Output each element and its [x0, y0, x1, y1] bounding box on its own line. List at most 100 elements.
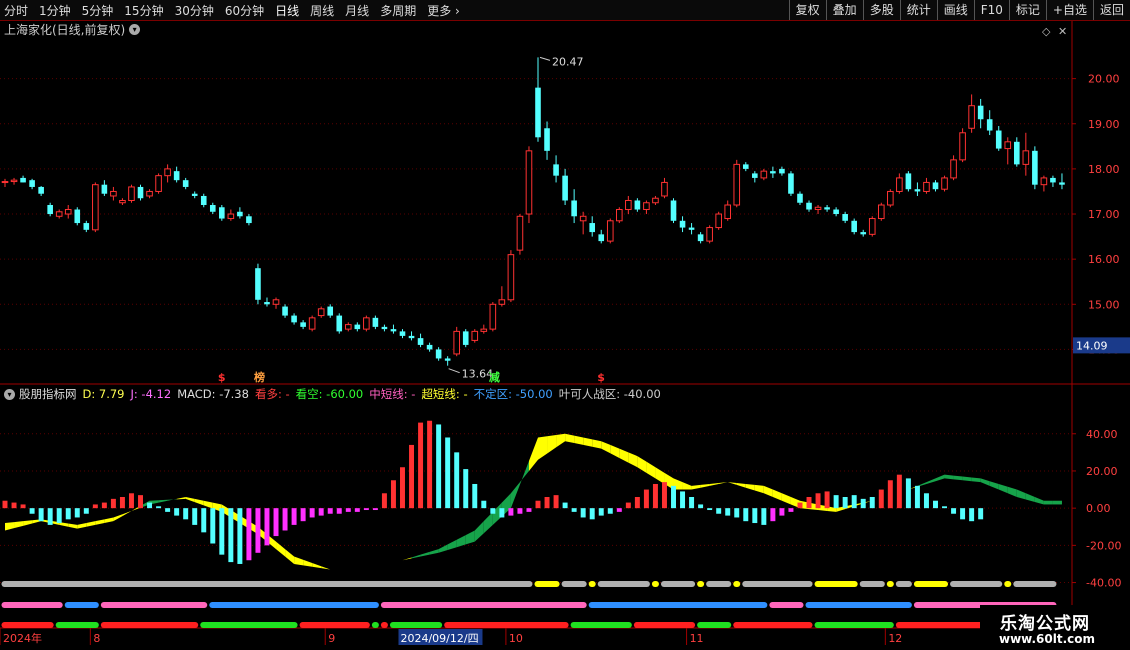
candle-body-down: [842, 214, 848, 221]
indicator-bar: [914, 485, 920, 509]
indicator-title: ▾ 股朋指标网 D: 7.79 J: -4.12 MACD: -7.38 看多:…: [4, 386, 667, 402]
candle-body-up: [724, 204, 732, 220]
candle-body-up: [308, 317, 316, 330]
indicator-bar: [318, 508, 324, 516]
candle-body-up: [715, 213, 722, 229]
signal-strip-segment: [950, 581, 1003, 587]
signal-strip-segment: [651, 581, 659, 587]
indicator-bar: [951, 508, 957, 514]
signal-strip-segment: [660, 581, 696, 587]
indicator-bar: [336, 508, 342, 514]
indicator-bar: [427, 420, 433, 509]
candle-body-up: [453, 330, 460, 355]
candle-body-down: [806, 202, 812, 210]
indicator-ribbon-segment: [1052, 500, 1062, 505]
indicator-bar: [716, 508, 722, 514]
candle-body-down: [282, 306, 288, 316]
indicator-bar: [969, 508, 975, 522]
indicator-ribbon-segment: [691, 484, 701, 490]
indicator-ribbon-segment: [14, 521, 24, 529]
signal-strip-segment: [859, 581, 885, 587]
signal-marker: $: [218, 371, 226, 384]
candle-body-down: [1013, 141, 1020, 165]
indicator-bar: [490, 508, 496, 514]
indicator-bar: [824, 491, 830, 509]
watermark-title: 乐淘公式网: [1000, 614, 1090, 634]
signal-strip-segment: [597, 581, 650, 587]
indicator-bar: [671, 485, 676, 509]
indicator-bar: [598, 508, 604, 516]
candle-body-down: [860, 232, 867, 235]
indicator-ribbon-segment: [510, 482, 520, 509]
indicator-bar: [896, 474, 902, 509]
indicator-ribbon-segment: [565, 433, 575, 444]
chevron-down-icon[interactable]: ▾: [4, 388, 15, 400]
candle-body-up: [146, 190, 153, 197]
indicator-bar: [201, 508, 207, 533]
candle-body-down: [779, 168, 785, 174]
candle-body-up: [968, 105, 975, 129]
candle-body-down: [670, 200, 677, 221]
candle-body-up: [887, 190, 894, 206]
x-axis-label: 12: [888, 632, 902, 645]
indicator-bar: [409, 444, 415, 509]
indicator-bar: [300, 508, 306, 522]
indicator-bar: [643, 489, 649, 509]
signal-strip-segment: [913, 581, 949, 587]
current-price-label: 14.09: [1076, 339, 1108, 352]
candle-body-down: [372, 317, 379, 327]
indicator-bar: [101, 502, 107, 509]
signal-strip-segment: [1, 602, 63, 608]
indicator-ribbon-segment: [592, 439, 602, 449]
indicator-ribbon-segment: [1043, 500, 1053, 505]
signal-strip-segment: [570, 622, 632, 628]
indicator-ribbon-segment: [113, 514, 123, 522]
indicator-bar: [128, 493, 134, 509]
indicator-ribbon-segment: [86, 521, 96, 527]
signal-strip-segment: [588, 602, 768, 608]
indicator-ribbon-segment: [736, 483, 746, 488]
signal-strip-segment: [100, 602, 208, 608]
indicator-bar: [571, 508, 577, 512]
indicator-bar: [156, 506, 162, 509]
candle-body-down: [200, 195, 207, 205]
indicator-bar: [887, 480, 893, 509]
indicator-ribbon-segment: [312, 563, 322, 569]
candle-body-up: [606, 220, 614, 242]
diamond-icon: ◇: [1042, 25, 1051, 38]
candle-body-up: [55, 211, 63, 217]
signal-strip-segment: [380, 602, 587, 608]
candle-body-up: [959, 132, 966, 161]
indicator-ribbon-segment: [772, 489, 782, 501]
indicator-bar: [842, 497, 848, 509]
chevron-down-icon[interactable]: ▾: [129, 24, 141, 35]
candle-body-up: [877, 204, 885, 220]
indicator-bar: [363, 508, 369, 511]
candle-body-up: [10, 179, 18, 183]
signal-strip-segment: [389, 622, 443, 628]
candle-body-down: [219, 207, 225, 219]
candle-body-up: [1004, 141, 1012, 150]
indicator-ribbon-segment: [167, 498, 177, 501]
indicator-tick-label: -20.00: [1086, 539, 1121, 552]
high-pointer: [539, 56, 551, 61]
candle-body-down: [381, 326, 388, 330]
x-axis-label: 8: [93, 632, 100, 645]
indicator-tick-label: 0.00: [1086, 502, 1111, 515]
signal-strip-segment: [633, 622, 696, 628]
chart-canvas: 20.0019.0018.0017.0016.0015.0014.0014.09…: [0, 21, 1130, 645]
price-tick-label: 17.00: [1088, 208, 1120, 221]
indicator-bar: [517, 508, 523, 514]
indicator-ribbon-segment: [944, 474, 954, 480]
candle-body-up: [498, 299, 506, 305]
indicator-bar: [345, 508, 351, 512]
signal-strip-segment: [733, 581, 741, 587]
candle-body-down: [399, 331, 406, 336]
indicator-tick-label: 40.00: [1086, 428, 1118, 441]
candle-body-up: [128, 186, 135, 201]
indicator-ribbon-segment: [5, 522, 15, 531]
indicator-yeke: 叶可人战区: -40.00: [558, 387, 661, 401]
indicator-bar: [38, 508, 44, 522]
indicator-ribbon-segment: [483, 511, 493, 534]
indicator-ribbon-segment: [95, 519, 105, 525]
